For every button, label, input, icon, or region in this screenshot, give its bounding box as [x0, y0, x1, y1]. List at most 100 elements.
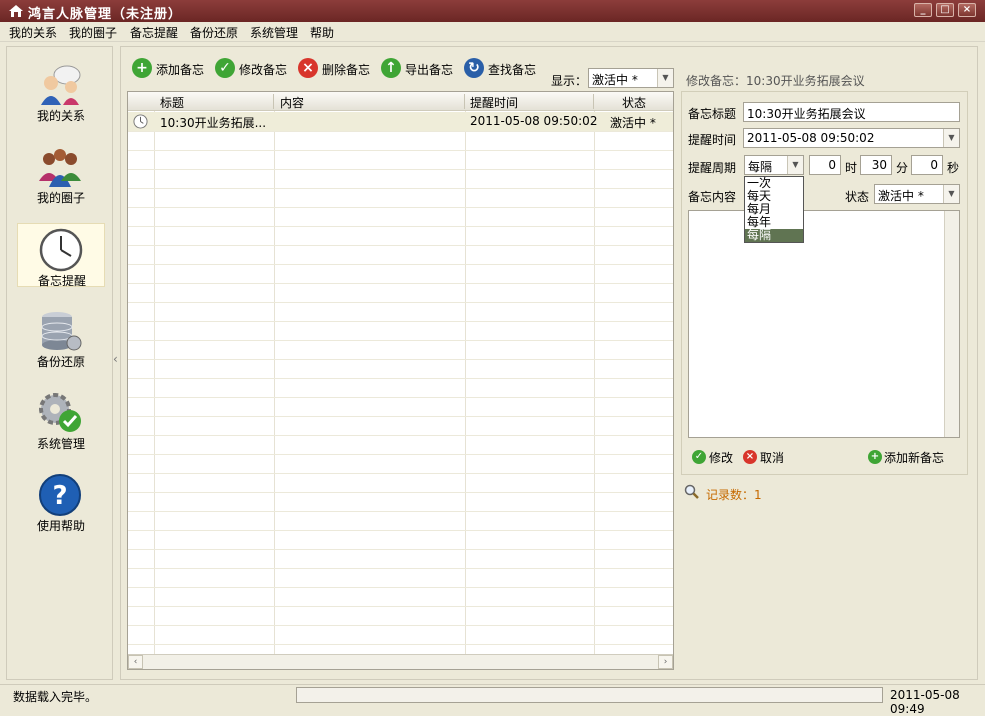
- row-line: [128, 245, 673, 246]
- scroll-left-icon[interactable]: ‹: [128, 655, 143, 669]
- remind-time-picker[interactable]: 2011-05-08 09:50:02 ▼: [743, 128, 960, 148]
- column-divider[interactable]: [464, 94, 465, 109]
- row-line: [128, 416, 673, 417]
- chevron-down-icon[interactable]: ▼: [657, 69, 673, 87]
- add-new-memo-button[interactable]: + 添加新备忘: [868, 449, 958, 465]
- clock-icon: [39, 228, 83, 272]
- row-line: [128, 169, 673, 170]
- sidebar: 我的关系 我的圈子 备忘提醒 备份还原 系统管理 ? 使用帮助: [6, 46, 113, 680]
- memo-content-textarea[interactable]: [688, 210, 960, 438]
- column-line: [594, 111, 595, 656]
- row-line: [128, 435, 673, 436]
- row-line: [128, 188, 673, 189]
- vertical-scrollbar[interactable]: [944, 211, 959, 437]
- period-select[interactable]: 每隔 ▼: [744, 155, 804, 175]
- column-header-time[interactable]: 提醒时间: [470, 94, 518, 111]
- row-line: [128, 359, 673, 360]
- sidebar-item-relations[interactable]: 我的关系: [17, 59, 105, 123]
- menu-bar: 我的关系 我的圈子 备忘提醒 备份还原 系统管理 帮助: [0, 22, 985, 42]
- menu-my-circles[interactable]: 我的圈子: [69, 24, 117, 41]
- sidebar-item-memo[interactable]: 备忘提醒: [17, 223, 105, 288]
- memo-title-input[interactable]: 10:30开业务拓展会议: [743, 102, 960, 122]
- row-line: [128, 473, 673, 474]
- seconds-unit: 秒: [947, 161, 960, 175]
- row-line: [128, 340, 673, 341]
- row-line: [128, 150, 673, 151]
- cancel-button[interactable]: × 取消: [743, 449, 793, 465]
- sidebar-item-system[interactable]: 系统管理: [17, 387, 105, 451]
- status-progress-bar: [296, 687, 883, 703]
- status-label: 状态: [845, 190, 870, 204]
- column-divider[interactable]: [273, 94, 274, 109]
- column-line: [274, 111, 275, 656]
- period-options-list: 一次 每天 每月 每年 每隔: [744, 176, 804, 243]
- menu-system-management[interactable]: 系统管理: [250, 24, 298, 41]
- table-row[interactable]: 10:30开业务拓展... 2011-05-08 09:50:02 激活中 *: [128, 112, 673, 131]
- delete-x-icon: ×: [298, 58, 318, 78]
- menu-memo-reminder[interactable]: 备忘提醒: [130, 24, 178, 41]
- status-select[interactable]: 激活中 * ▼: [874, 184, 960, 204]
- minutes-unit: 分: [896, 161, 909, 175]
- seconds-input[interactable]: 0: [911, 155, 943, 175]
- chevron-down-icon[interactable]: ▼: [943, 185, 959, 203]
- group-people-icon: [39, 149, 81, 187]
- sidebar-item-label: 我的圈子: [36, 191, 85, 205]
- row-line: [128, 264, 673, 265]
- hours-input[interactable]: 0: [809, 155, 841, 175]
- row-line: [128, 302, 673, 303]
- magnifier-icon: [684, 484, 699, 499]
- status-message: 数据载入完毕。: [13, 690, 98, 704]
- memo-title-label: 备忘标题: [688, 107, 737, 121]
- check-icon: ✓: [692, 450, 706, 464]
- arrow-up-icon: ↑: [381, 58, 401, 78]
- chevron-down-icon[interactable]: ▼: [943, 129, 959, 147]
- svg-text:?: ?: [52, 481, 67, 511]
- row-line: [128, 568, 673, 569]
- menu-my-relations[interactable]: 我的关系: [9, 24, 57, 41]
- sidebar-item-label: 使用帮助: [36, 519, 85, 533]
- row-line: [128, 397, 673, 398]
- menu-help[interactable]: 帮助: [310, 24, 334, 41]
- sidebar-item-label: 系统管理: [36, 437, 85, 451]
- row-line: [128, 511, 673, 512]
- collapse-sidebar-handle[interactable]: ‹: [113, 352, 118, 366]
- row-line: [128, 207, 673, 208]
- save-button[interactable]: ✓ 修改: [692, 449, 742, 465]
- minutes-input[interactable]: 30: [860, 155, 892, 175]
- row-line: [128, 283, 673, 284]
- row-line: [128, 606, 673, 607]
- sidebar-item-backup[interactable]: 备份还原: [17, 305, 105, 369]
- row-line: [128, 226, 673, 227]
- help-icon: ?: [39, 474, 81, 516]
- menu-backup-restore[interactable]: 备份还原: [190, 24, 238, 41]
- sidebar-item-help[interactable]: ? 使用帮助: [17, 469, 105, 533]
- column-header-status[interactable]: 状态: [622, 94, 646, 111]
- plus-icon: +: [132, 58, 152, 78]
- column-header-title[interactable]: 标题: [160, 94, 184, 111]
- column-header-content[interactable]: 内容: [280, 94, 304, 111]
- memo-table: 标题 内容 提醒时间 状态 10:30开业务拓展... 2011-05-08 0…: [127, 91, 674, 670]
- cell-status: 激活中 *: [610, 116, 656, 130]
- column-line: [154, 111, 155, 656]
- show-filter-label: 显示：: [551, 74, 588, 88]
- scroll-right-icon[interactable]: ›: [658, 655, 673, 669]
- close-button[interactable]: ×: [958, 3, 976, 17]
- column-divider[interactable]: [593, 94, 594, 109]
- edit-panel-title: 修改备忘：10:30开业务拓展会议: [686, 74, 865, 88]
- chevron-down-icon[interactable]: ▼: [787, 156, 803, 174]
- maximize-button[interactable]: □: [936, 3, 954, 17]
- show-filter-select[interactable]: 激活中 * ▼: [588, 68, 674, 88]
- period-option-interval[interactable]: 每隔: [745, 229, 803, 242]
- minimize-button[interactable]: _: [914, 3, 932, 17]
- cell-time: 2011-05-08 09:50:02: [470, 114, 598, 128]
- sidebar-item-circles[interactable]: 我的圈子: [17, 141, 105, 205]
- row-line: [128, 454, 673, 455]
- row-line: [128, 625, 673, 626]
- refresh-icon: ↻: [464, 58, 484, 78]
- row-line: [128, 587, 673, 588]
- table-header: 标题 内容 提醒时间 状态: [128, 92, 673, 111]
- row-line: [128, 131, 673, 132]
- horizontal-scrollbar[interactable]: ‹ ›: [128, 654, 673, 669]
- cell-title: 10:30开业务拓展...: [160, 116, 267, 130]
- row-line: [128, 321, 673, 322]
